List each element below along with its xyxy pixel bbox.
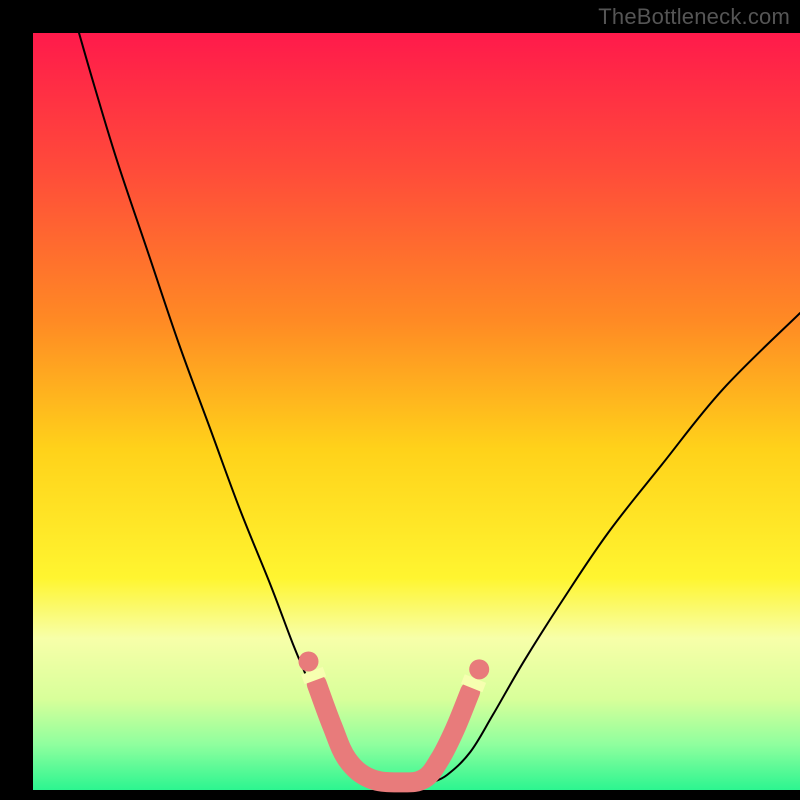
trough-end-dot bbox=[298, 651, 318, 671]
chart-svg bbox=[0, 0, 800, 800]
trough-gap bbox=[312, 671, 315, 680]
chart-background bbox=[33, 33, 800, 790]
trough-gap bbox=[472, 679, 476, 688]
watermark-text: TheBottleneck.com bbox=[598, 4, 790, 30]
chart-canvas: TheBottleneck.com bbox=[0, 0, 800, 800]
trough-end-dot bbox=[469, 659, 489, 679]
